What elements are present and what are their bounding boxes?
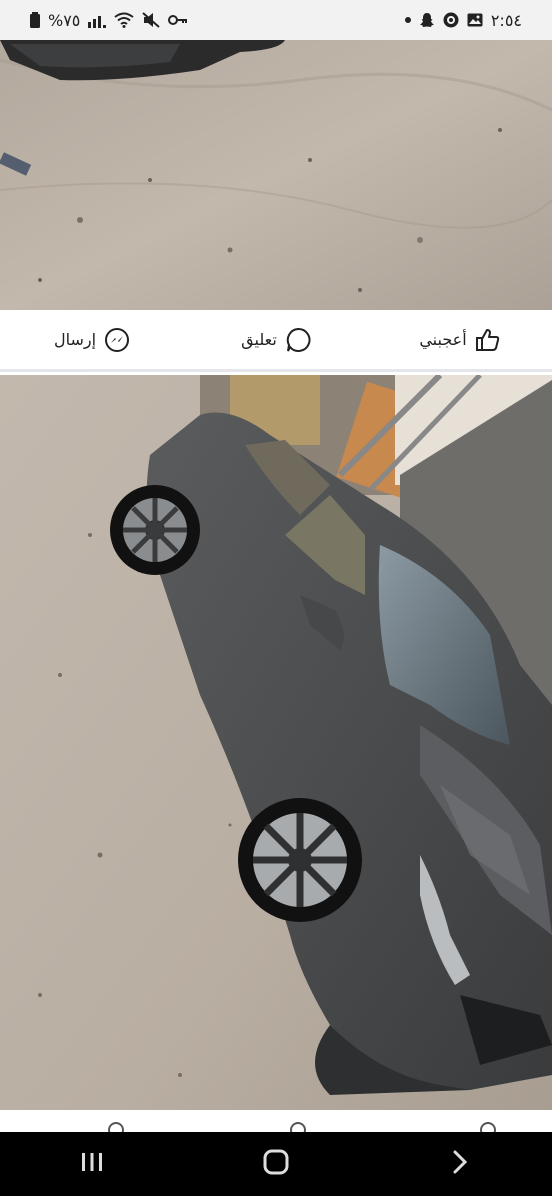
post-photo-car[interactable] (0, 375, 552, 1110)
next-post-peek (0, 1110, 552, 1138)
send-label: إرسال (53, 330, 97, 349)
notification-dot-icon (404, 17, 411, 23)
post-action-bar: إرسال تعليق أعجبني (0, 310, 552, 372)
home-button[interactable] (246, 1144, 306, 1184)
chevron-right-icon (452, 1149, 468, 1179)
messenger-icon (104, 327, 130, 353)
status-right-group: ٢:٥٤ (404, 10, 522, 30)
battery-icon (30, 12, 40, 28)
battery-percent: %٧٥ (48, 10, 81, 30)
signal-icon (88, 12, 107, 28)
wifi-icon (114, 12, 135, 28)
comment-icon (285, 327, 311, 353)
snapchat-icon (419, 12, 435, 28)
like-label: أعجبني (419, 330, 467, 349)
previous-post-photo[interactable] (0, 40, 552, 310)
recent-apps-button[interactable] (62, 1144, 122, 1184)
back-button[interactable] (430, 1144, 490, 1184)
status-time: ٢:٥٤ (490, 10, 522, 30)
thumbs-up-icon (475, 327, 501, 353)
like-button[interactable]: أعجبني (368, 327, 552, 353)
comment-label: تعليق (241, 330, 277, 349)
gallery-icon (467, 12, 483, 28)
messenger-status-icon (443, 12, 459, 28)
mute-icon (142, 12, 161, 28)
comment-button[interactable]: تعليق (184, 327, 368, 353)
status-bar: %٧٥ ٢:٥٤ (0, 0, 552, 40)
key-icon (168, 12, 188, 28)
system-navigation-bar (0, 1132, 552, 1196)
recent-apps-icon (80, 1151, 104, 1177)
home-icon (263, 1149, 289, 1179)
rear-wheel (110, 485, 200, 575)
send-button[interactable]: إرسال (0, 327, 184, 353)
status-left-group: %٧٥ (30, 11, 188, 30)
front-wheel (238, 798, 362, 922)
